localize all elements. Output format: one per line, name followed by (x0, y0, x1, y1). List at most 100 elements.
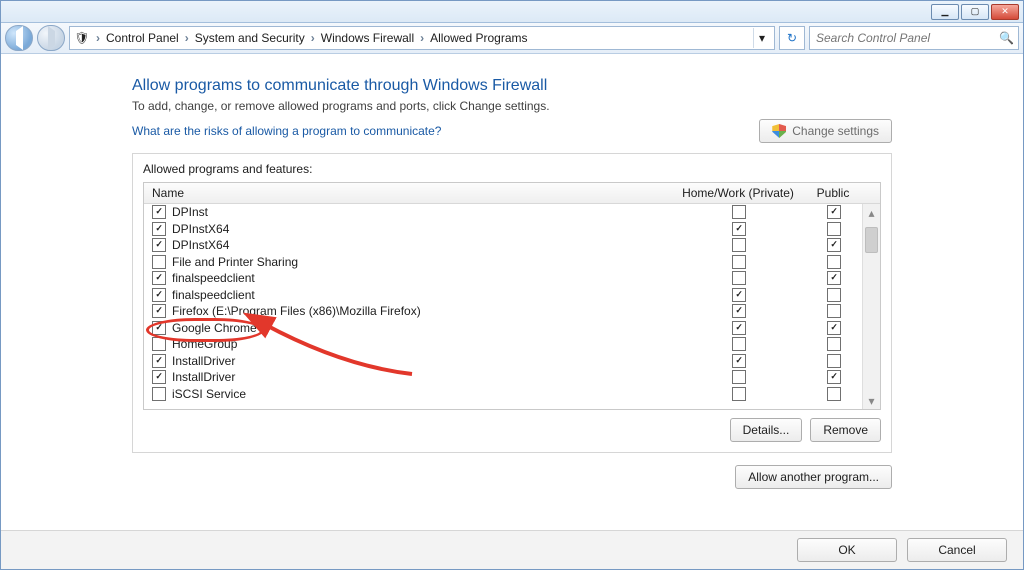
breadcrumb-separator (416, 31, 428, 45)
table-row[interactable]: finalspeedclient (144, 270, 863, 287)
change-settings-button[interactable]: Change settings (759, 119, 892, 143)
homework-checkbox[interactable] (732, 238, 746, 252)
remove-button[interactable]: Remove (810, 418, 881, 442)
public-checkbox[interactable] (827, 222, 841, 236)
table-row[interactable]: DPInst (144, 204, 863, 221)
breadcrumb-item[interactable]: Allowed Programs (430, 31, 527, 45)
program-name: DPInst (172, 205, 673, 219)
program-name: DPInstX64 (172, 222, 673, 236)
public-checkbox[interactable] (827, 238, 841, 252)
program-name: Firefox (E:\Program Files (x86)\Mozilla … (172, 304, 673, 318)
enable-checkbox[interactable] (152, 387, 166, 401)
enable-checkbox[interactable] (152, 321, 166, 335)
table-row[interactable]: InstallDriver (144, 369, 863, 386)
enable-checkbox[interactable] (152, 271, 166, 285)
public-checkbox[interactable] (827, 271, 841, 285)
details-button[interactable]: Details... (730, 418, 803, 442)
enable-checkbox[interactable] (152, 255, 166, 269)
table-row[interactable]: DPInstX64 (144, 237, 863, 254)
public-checkbox[interactable] (827, 370, 841, 384)
refresh-icon: ↻ (787, 31, 797, 45)
public-checkbox[interactable] (827, 387, 841, 401)
scroll-thumb[interactable] (865, 227, 878, 253)
breadcrumb-item[interactable]: System and Security (195, 31, 305, 45)
public-checkbox[interactable] (827, 304, 841, 318)
column-homework[interactable]: Home/Work (Private) (673, 186, 803, 200)
vertical-scrollbar[interactable]: ▴ ▾ (862, 204, 880, 409)
homework-checkbox[interactable] (732, 288, 746, 302)
allow-another-program-button[interactable]: Allow another program... (735, 465, 892, 489)
maximize-button[interactable]: ▢ (961, 4, 989, 20)
program-name: File and Printer Sharing (172, 255, 673, 269)
enable-checkbox[interactable] (152, 354, 166, 368)
breadcrumb-item[interactable]: Windows Firewall (321, 31, 414, 45)
public-checkbox[interactable] (827, 354, 841, 368)
homework-checkbox[interactable] (732, 222, 746, 236)
breadcrumb-separator (181, 31, 193, 45)
table-row[interactable]: finalspeedclient (144, 287, 863, 304)
column-name[interactable]: Name (144, 186, 673, 200)
table-row[interactable]: Google Chrome (144, 320, 863, 337)
titlebar: ▁ ▢ ✕ (1, 1, 1023, 23)
refresh-button[interactable]: ↻ (779, 26, 805, 50)
public-checkbox[interactable] (827, 288, 841, 302)
program-name: DPInstX64 (172, 238, 673, 252)
content-area: Allow programs to communicate through Wi… (1, 53, 1023, 531)
search-box[interactable]: 🔍 (809, 26, 1019, 50)
table-row[interactable]: InstallDriver (144, 353, 863, 370)
homework-checkbox[interactable] (732, 255, 746, 269)
breadcrumb-separator (92, 31, 104, 45)
nav-back-button[interactable] (5, 25, 33, 51)
search-input[interactable] (814, 30, 999, 46)
program-name: finalspeedclient (172, 288, 673, 302)
minimize-button[interactable]: ▁ (931, 4, 959, 20)
close-icon: ✕ (1001, 6, 1009, 17)
scroll-up-button[interactable]: ▴ (863, 204, 880, 221)
homework-checkbox[interactable] (732, 304, 746, 318)
program-name: finalspeedclient (172, 271, 673, 285)
homework-checkbox[interactable] (732, 387, 746, 401)
risks-link[interactable]: What are the risks of allowing a program… (132, 124, 441, 138)
enable-checkbox[interactable] (152, 205, 166, 219)
scroll-down-button[interactable]: ▾ (863, 392, 880, 409)
enable-checkbox[interactable] (152, 288, 166, 302)
ok-button[interactable]: OK (797, 538, 897, 562)
homework-checkbox[interactable] (732, 337, 746, 351)
table-row[interactable]: iSCSI Service (144, 386, 863, 403)
public-checkbox[interactable] (827, 321, 841, 335)
column-public[interactable]: Public (803, 186, 863, 200)
program-name: iSCSI Service (172, 387, 673, 401)
table-row[interactable]: HomeGroup (144, 336, 863, 353)
enable-checkbox[interactable] (152, 370, 166, 384)
table-row[interactable]: DPInstX64 (144, 221, 863, 238)
enable-checkbox[interactable] (152, 337, 166, 351)
cancel-button[interactable]: Cancel (907, 538, 1007, 562)
homework-checkbox[interactable] (732, 271, 746, 285)
public-checkbox[interactable] (827, 255, 841, 269)
shield-icon (772, 124, 786, 138)
homework-checkbox[interactable] (732, 370, 746, 384)
table-row[interactable]: Firefox (E:\Program Files (x86)\Mozilla … (144, 303, 863, 320)
homework-checkbox[interactable] (732, 205, 746, 219)
public-checkbox[interactable] (827, 337, 841, 351)
arrow-right-icon (48, 31, 55, 45)
enable-checkbox[interactable] (152, 238, 166, 252)
program-name: Google Chrome (172, 321, 673, 335)
breadcrumb[interactable]: 🛡 Control Panel System and Security Wind… (69, 26, 775, 50)
table-row[interactable]: File and Printer Sharing (144, 254, 863, 271)
scroll-track[interactable] (863, 221, 880, 392)
enable-checkbox[interactable] (152, 304, 166, 318)
public-checkbox[interactable] (827, 205, 841, 219)
group-label: Allowed programs and features: (143, 162, 881, 176)
program-name: InstallDriver (172, 370, 673, 384)
homework-checkbox[interactable] (732, 354, 746, 368)
page-subtitle: To add, change, or remove allowed progra… (132, 99, 892, 113)
breadcrumb-history-button[interactable]: ▾ (753, 28, 770, 48)
homework-checkbox[interactable] (732, 321, 746, 335)
nav-forward-button[interactable] (37, 25, 65, 51)
enable-checkbox[interactable] (152, 222, 166, 236)
program-name: HomeGroup (172, 337, 673, 351)
breadcrumb-item[interactable]: Control Panel (106, 31, 179, 45)
search-icon: 🔍 (999, 31, 1014, 45)
close-button[interactable]: ✕ (991, 4, 1019, 20)
